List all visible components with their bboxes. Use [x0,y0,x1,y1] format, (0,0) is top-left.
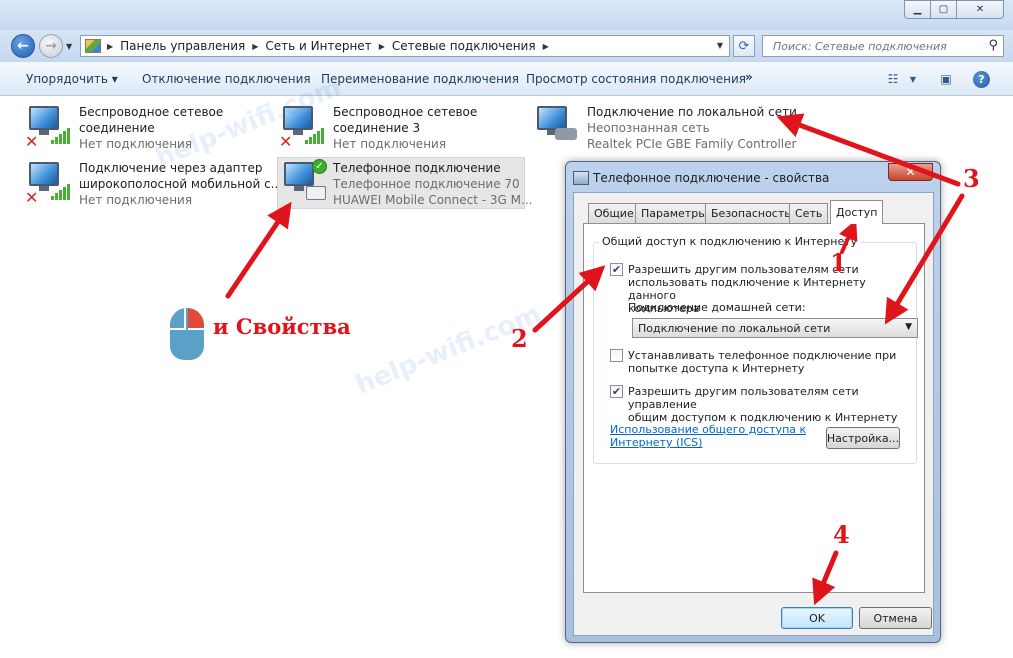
breadcrumb-separator-icon[interactable]: ▶ [543,42,549,51]
tab-sharing[interactable]: Доступ [830,200,884,224]
modem-icon [306,186,326,200]
ics-help-link[interactable]: Использование общего доступа к Интернету… [610,423,806,449]
view-options-icon[interactable]: ☷ [884,71,902,87]
connection-device: Realtek PCIe GBE Family Controller [587,137,797,151]
maximize-button[interactable]: ▢ [930,0,957,19]
tab-general[interactable]: Общие [588,203,640,223]
connected-check-icon: ✓ [312,159,327,174]
breadcrumb-separator-icon[interactable]: ▶ [379,42,385,51]
breadcrumb-network-connections[interactable]: Сетевые подключения [392,39,536,53]
more-commands-button[interactable]: » [745,70,753,84]
disconnected-x-icon: ✕ [25,188,39,207]
dial-on-demand-checkbox[interactable] [610,349,623,362]
close-window-button[interactable]: ✕ [956,0,1004,19]
step-number-2: 2 [511,324,528,353]
lan-network-icon [533,104,581,152]
search-icon[interactable]: ⚲ [988,38,998,53]
connection-name: Подключение по локальной сети [587,105,797,119]
disconnected-x-icon: ✕ [25,132,39,151]
step-number-1: 1 [830,248,847,277]
connection-item-lan[interactable]: Подключение по локальной сети Неопознанн… [533,104,797,156]
connection-status: Телефонное подключение 70 [333,177,520,191]
ics-groupbox: Общий доступ к подключению к Интернету ✔… [593,235,918,464]
window-titlebar: ▁ ▢ ✕ [0,0,1013,30]
connection-device: HUAWEI Mobile Connect - 3G M... [333,193,533,207]
arrow-right-icon: → [45,38,57,54]
search-input[interactable] [771,38,981,54]
connection-name: Телефонное подключение [333,161,501,175]
control-panel-icon [85,39,101,53]
connection-name: соединение 3 [333,121,421,135]
search-box[interactable]: ⚲ [762,35,1004,57]
step-number-4: 4 [833,520,850,549]
breadcrumb-control-panel[interactable]: Панель управления [120,39,245,53]
connection-item-dialup[interactable]: ✓ Телефонное подключение Телефонное подк… [277,157,532,209]
dialog-close-button[interactable]: ✕ [888,163,933,181]
mouse-right-click-icon [170,308,204,360]
tab-options[interactable]: Параметры [635,203,713,223]
address-bar[interactable]: ▶ Панель управления ▶ Сеть и Интернет ▶ … [80,35,730,57]
connection-name: Беспроводное сетевое [333,105,478,119]
breadcrumb-separator-icon[interactable]: ▶ [252,42,258,51]
preview-pane-icon[interactable]: ▣ [937,71,955,87]
group-title: Общий доступ к подключению к Интернету [599,235,861,248]
home-network-label: Подключение домашней сети: [628,301,806,314]
dialog-body: Общие Параметры Безопасность Сеть Доступ… [573,192,934,636]
recent-pages-dropdown[interactable]: ▼ [66,42,72,51]
dialog-title: Телефонное подключение - свойства [593,171,830,185]
breadcrumb-separator-icon[interactable]: ▶ [107,42,113,51]
chevron-down-icon: ▼ [905,322,912,332]
allow-control-checkbox[interactable]: ✔ [610,385,623,398]
mobile-broadband-icon: ✕ [25,160,73,208]
rename-connection-button[interactable]: Переименование подключения [321,72,519,86]
connection-status: Неопознанная сеть [587,121,710,135]
properties-dialog: Телефонное подключение - свойства ✕ Общи… [565,161,941,643]
mouse-caption: и Свойства [213,314,351,339]
ok-button[interactable]: OK [781,607,853,629]
wireless-network-icon: ✕ [25,104,73,152]
home-network-select[interactable]: Подключение по локальной сети ▼ [632,318,918,338]
dial-on-demand-label: Устанавливать телефонное подключение при… [628,349,897,375]
refresh-icon: ⟳ [738,38,750,54]
connection-name: Беспроводное сетевое [79,105,224,119]
disable-connection-button[interactable]: Отключение подключения [142,72,311,86]
network-cable-icon [555,128,577,140]
minimize-button[interactable]: ▁ [904,0,931,19]
connection-status: Нет подключения [79,193,193,207]
connection-name: широкополосной мобильной с... [79,177,283,191]
settings-button[interactable]: Настройка... [826,427,900,449]
forward-button[interactable]: → [39,34,63,58]
allow-sharing-checkbox[interactable]: ✔ [610,263,623,276]
cancel-button[interactable]: Отмена [859,607,932,629]
home-network-selected: Подключение по локальной сети [638,322,831,335]
tab-security[interactable]: Безопасность [705,203,797,223]
tab-network[interactable]: Сеть [789,203,829,223]
breadcrumb-network-internet[interactable]: Сеть и Интернет [265,39,371,53]
step-number-3: 3 [963,164,980,193]
allow-control-label: Разрешить другим пользователям сети упра… [628,385,898,424]
address-history-dropdown[interactable]: ▼ [717,41,723,50]
connection-status: Нет подключения [333,137,447,151]
view-status-button[interactable]: Просмотр состояния подключения [526,72,746,86]
disconnected-x-icon: ✕ [279,132,293,151]
dialup-properties-icon [573,171,589,185]
refresh-button[interactable]: ⟳ [733,35,755,57]
arrow-left-icon: ← [17,38,29,54]
sharing-tab-panel: Общий доступ к подключению к Интернету ✔… [583,223,925,593]
help-icon[interactable]: ? [973,71,990,88]
view-options-dropdown-icon[interactable]: ▼ [904,71,922,87]
connection-item-mobile-broadband[interactable]: ✕ Подключение через адаптер широкополосн… [25,160,282,212]
back-button[interactable]: ← [11,34,35,58]
dialup-connection-icon: ✓ [280,159,328,208]
organize-menu[interactable]: Упорядочить ▾ [26,72,118,86]
command-toolbar: Упорядочить ▾ Отключение подключения Пер… [0,62,1013,96]
navigation-bar: ← → ▼ ▶ Панель управления ▶ Сеть и Интер… [0,30,1013,62]
